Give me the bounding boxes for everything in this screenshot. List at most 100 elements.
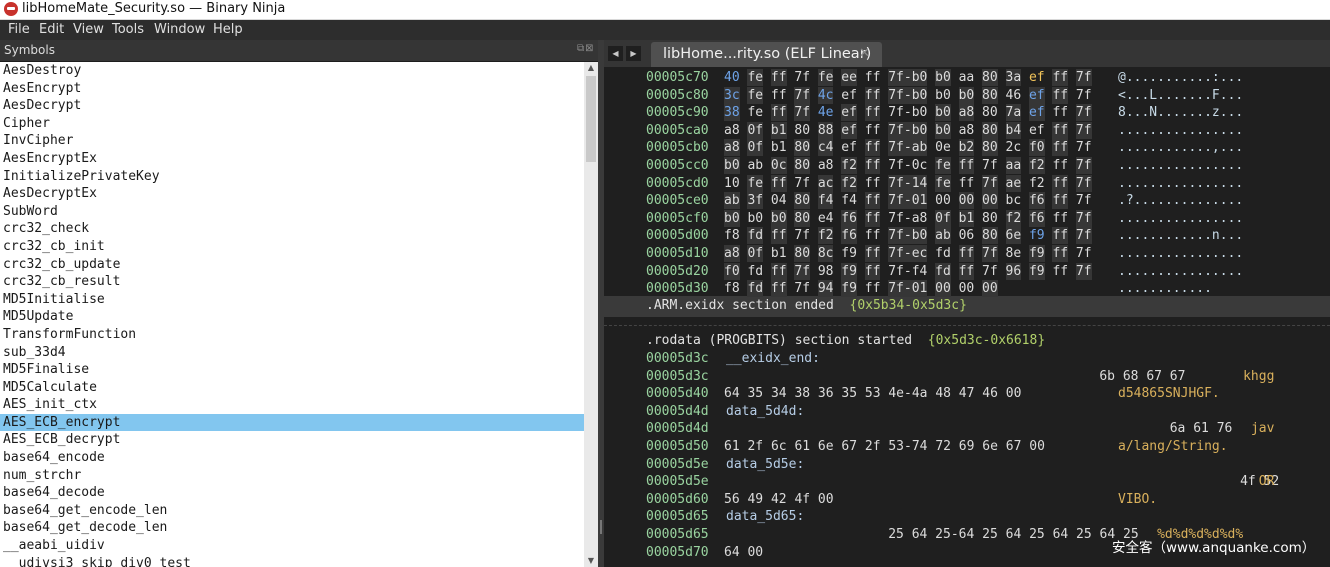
hex-byte[interactable]: f9 (841, 245, 857, 262)
rodata-line[interactable]: 00005d5e data_5d5e: (604, 456, 1330, 474)
hex-byte[interactable]: fe (747, 174, 764, 192)
hex-byte[interactable]: 7f (1075, 104, 1092, 122)
symbol-item[interactable]: AesEncrypt (0, 80, 584, 98)
hex-byte[interactable]: 7f (1075, 174, 1092, 192)
hex-byte[interactable]: f2 (1005, 209, 1022, 227)
hex-byte[interactable]: 96 (1005, 262, 1022, 280)
hex-byte[interactable]: ff (770, 104, 787, 122)
symbol-item[interactable]: __aeabi_uidiv (0, 537, 584, 555)
hex-byte[interactable]: 80 (982, 139, 998, 157)
hex-byte[interactable]: f0 (724, 262, 740, 280)
symbol-item[interactable]: InvCipher (0, 132, 584, 150)
hex-byte[interactable]: 4e (818, 104, 834, 121)
hex-byte[interactable]: ff (958, 245, 975, 262)
hex-byte[interactable]: ff (770, 69, 787, 86)
hex-byte[interactable]: f2 (1029, 175, 1045, 192)
hex-byte[interactable]: f0 (1028, 139, 1045, 157)
hex-byte[interactable]: 00 (982, 280, 998, 298)
hex-byte[interactable]: 40 (724, 69, 740, 86)
hex-byte[interactable]: 38 (724, 104, 740, 122)
hex-byte[interactable]: 88 (817, 121, 834, 139)
symbol-item[interactable]: AesEncryptEx (0, 150, 584, 168)
rodata-line[interactable]: 00005d60 56 49 42 4f 00 VIBO. (604, 491, 1330, 509)
hex-byte[interactable]: ae (1005, 174, 1022, 192)
hex-byte[interactable]: a8 (959, 122, 975, 139)
hex-byte[interactable]: 7f-b0 (888, 121, 928, 139)
hex-byte[interactable]: f9 (841, 262, 857, 280)
hex-byte[interactable]: 98 (818, 263, 834, 280)
menu-view[interactable]: View (73, 22, 104, 38)
hex-byte[interactable]: 00 (935, 280, 951, 298)
hex-byte[interactable]: f9 (841, 280, 857, 298)
hex-byte[interactable]: 7f (794, 104, 811, 122)
hex-byte[interactable]: ab (935, 227, 951, 245)
hex-byte[interactable]: ef (841, 87, 857, 104)
hex-byte[interactable]: 7f (1076, 245, 1092, 262)
hex-byte[interactable]: f6 (841, 227, 857, 245)
symbol-item[interactable]: AesDecrypt (0, 97, 584, 115)
hex-byte[interactable]: ef (841, 121, 857, 139)
hex-byte[interactable]: 80 (982, 104, 998, 121)
hex-byte[interactable]: ff (958, 157, 975, 174)
hex-byte[interactable]: fd (747, 280, 764, 298)
hex-byte[interactable]: ff (1052, 86, 1069, 104)
hex-byte[interactable]: 7f (794, 280, 810, 297)
dock-float-close-icon[interactable]: ⧉⊠ (577, 43, 595, 55)
hex-row[interactable]: 00005c90 38 fe ff 7f 4e ef ff 7f-b0 b0 a8 80 7a ef ff 7… (604, 104, 1330, 122)
hex-byte[interactable]: ff (865, 227, 881, 244)
hex-byte[interactable]: 94 (817, 280, 834, 298)
rodata-line[interactable]: 00005d4d 6a 61 76 jav (604, 420, 1330, 438)
symbol-item[interactable]: Cipher (0, 115, 584, 133)
rodata-line[interactable]: 00005d3c 6b 68 67 67 khgg (604, 368, 1330, 386)
hex-byte[interactable]: 80 (794, 157, 811, 174)
symbol-item[interactable]: base64_get_encode_len (0, 502, 584, 520)
hex-byte[interactable]: ff (1052, 139, 1069, 157)
hex-byte[interactable]: f9 (1028, 245, 1045, 262)
symbol-item[interactable]: base64_encode (0, 449, 584, 467)
hex-byte[interactable]: fe (935, 157, 951, 174)
symbol-item[interactable]: num_strchr (0, 467, 584, 485)
hex-byte[interactable]: 80 (982, 227, 998, 245)
hex-byte[interactable]: 00 (958, 192, 975, 210)
hex-byte[interactable]: ef (1028, 86, 1045, 104)
hex-byte[interactable]: ff (958, 262, 975, 280)
hex-byte[interactable]: ff (865, 122, 881, 139)
hex-byte[interactable]: ef (1028, 104, 1045, 122)
hex-byte[interactable]: 80 (794, 245, 811, 262)
hex-byte[interactable]: 7f (794, 69, 810, 86)
hex-row[interactable]: 00005cb0 a8 0f b1 80 c4 ef ff 7f-ab 0e b2 80 2c f0 ff 7… (604, 139, 1330, 157)
hex-byte[interactable]: 7f-ec (888, 245, 928, 262)
hex-byte[interactable]: 7f-b0 (888, 227, 928, 245)
hex-byte[interactable]: ef (1029, 69, 1045, 86)
hex-byte[interactable]: 3c (724, 86, 740, 104)
hex-byte[interactable]: ff (770, 280, 787, 298)
rodata-line[interactable]: 00005d40 64 35 34 38 36 35 53 4e-4a 48 47… (604, 385, 1330, 403)
back-arrow-icon[interactable]: ◀ (608, 46, 623, 61)
hex-byte[interactable]: 7f (982, 263, 998, 280)
hex-byte[interactable]: 7f (794, 175, 810, 192)
scroll-up-arrow-icon[interactable]: ▲ (584, 62, 598, 74)
hex-byte[interactable]: ef (841, 104, 857, 122)
rodata-line[interactable]: 00005d5e 4f 52 OR (604, 473, 1330, 491)
hex-byte[interactable]: b0 (935, 87, 951, 104)
symbols-scrollbar[interactable]: ▲ ▼ (584, 62, 598, 567)
hex-byte[interactable]: 7f-0c (888, 157, 927, 174)
hex-byte[interactable]: bc (1006, 192, 1022, 209)
rodata-bytes[interactable]: 25 64 25-64 25 64 25 64 25 64 25 (888, 526, 1138, 543)
hex-byte[interactable]: fe (747, 69, 764, 86)
hex-row[interactable]: 00005d30 f8 fd ff 7f 94 f9 ff 7f-01 00 00 00.......… (604, 280, 1330, 298)
rodata-bytes[interactable]: 61 2f 6c 61 6e 67 2f 53-74 72 69 6e 67 0… (724, 438, 1045, 455)
hex-byte[interactable]: 3f (747, 192, 764, 210)
hex-byte[interactable]: b0 (747, 210, 763, 227)
hex-byte[interactable]: c4 (817, 139, 834, 157)
hex-byte[interactable]: 7f-01 (888, 280, 928, 298)
hex-byte[interactable]: ac (817, 174, 834, 192)
hex-byte[interactable]: 7f-f4 (888, 263, 927, 280)
hex-byte[interactable]: 7f (794, 262, 811, 280)
hex-byte[interactable]: 7f (1075, 157, 1092, 174)
symbol-item[interactable]: base64_get_decode_len (0, 519, 584, 537)
hex-byte[interactable]: 0f (747, 139, 764, 157)
hex-byte[interactable]: a8 (958, 104, 975, 122)
hex-byte[interactable]: fd (747, 263, 763, 280)
hex-byte[interactable]: 7f (1076, 87, 1092, 104)
